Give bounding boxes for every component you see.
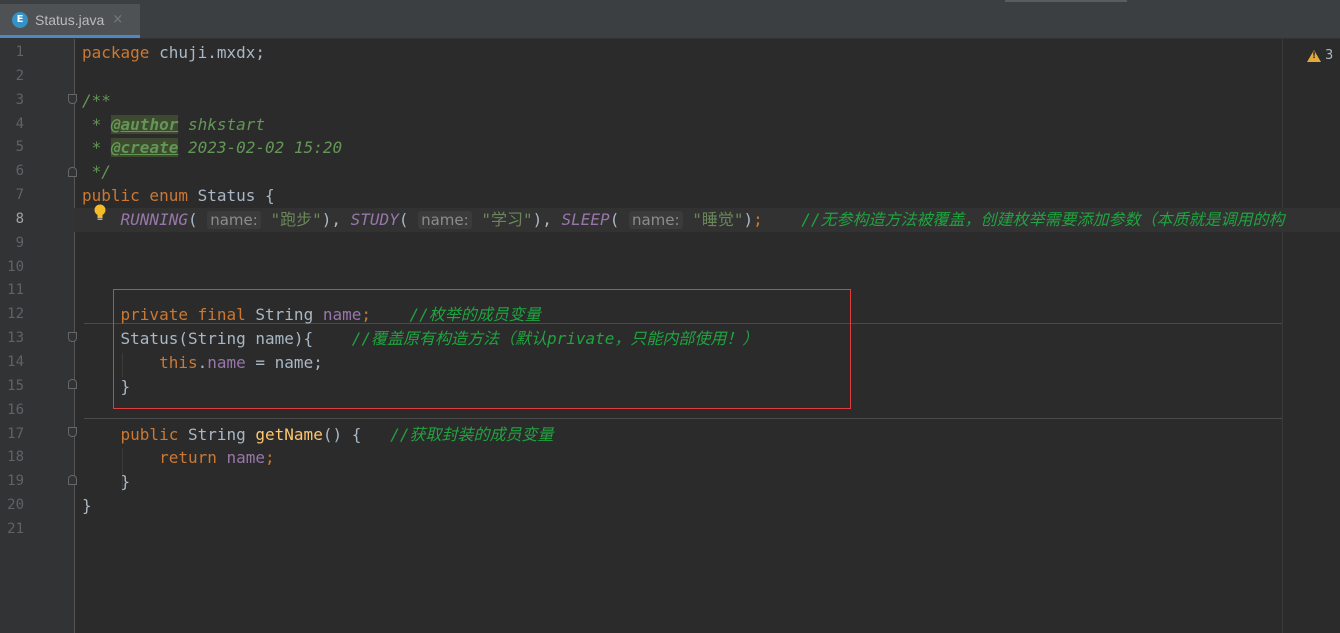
line-number: 13 — [7, 330, 24, 347]
keyword: public enum — [82, 186, 188, 206]
fold-marker-icon[interactable] — [68, 379, 77, 389]
line-number: 14 — [7, 353, 24, 370]
class-declaration: Status { — [187, 186, 275, 206]
code-line-17: public String getName() { //获取封装的成员变量 — [82, 423, 1340, 447]
field-name: name — [226, 448, 266, 468]
line-number: 2 — [15, 67, 24, 84]
line-number: 4 — [15, 115, 24, 132]
line-number: 21 — [7, 520, 24, 537]
enum-constant: STUDY — [350, 209, 399, 229]
tab-status-java[interactable]: E Status.java × — [0, 4, 140, 38]
line-number: 16 — [7, 401, 24, 418]
parameter-hint: name: — [418, 210, 472, 229]
lightbulb-icon[interactable] — [93, 204, 107, 222]
method-name: getName — [255, 424, 323, 444]
string-literal: "跑步" — [270, 209, 322, 229]
line-number: 6 — [15, 163, 24, 180]
semicolon: ; — [265, 448, 275, 468]
keyword: return — [159, 448, 217, 468]
doc-tag: @author — [110, 114, 179, 134]
fold-marker-icon[interactable] — [68, 94, 77, 104]
tab-label: Status.java — [35, 11, 105, 28]
fold-marker-icon[interactable] — [68, 332, 77, 342]
highlight-box — [113, 289, 851, 409]
line-number: 5 — [15, 139, 24, 156]
line-number: 19 — [7, 473, 24, 490]
line-number: 10 — [7, 258, 24, 275]
code-line-7: public enum Status { — [82, 184, 1340, 208]
code-line-4: * @author shkstart — [82, 113, 1340, 137]
line-comment: //获取封装的成员变量 — [390, 424, 554, 444]
scroll-indicator — [1005, 0, 1127, 2]
line-number: 11 — [7, 282, 24, 299]
code-line-20: } — [82, 494, 1340, 518]
parameter-hint: name: — [207, 210, 261, 229]
line-number: 9 — [15, 234, 24, 251]
doc-tag: @create — [110, 138, 179, 158]
fold-marker-icon[interactable] — [68, 475, 77, 485]
line-number: 7 — [15, 187, 24, 204]
fold-marker-icon[interactable] — [68, 167, 77, 177]
line-number-current: 8 — [15, 210, 24, 227]
warnings-indicator[interactable]: 3 — [1307, 48, 1333, 63]
warning-count: 3 — [1325, 48, 1334, 63]
line-number: 12 — [7, 306, 24, 323]
parameter-hint: name: — [628, 210, 683, 229]
string-literal: "学习" — [481, 209, 533, 229]
fold-marker-icon[interactable] — [68, 427, 77, 437]
code-line-5: * @create 2023-02-02 15:20 — [82, 136, 1340, 160]
code-line-8: RUNNING( name: "跑步"), STUDY( name: "学习")… — [74, 207, 1340, 232]
keyword: package — [82, 43, 150, 62]
close-icon[interactable]: × — [112, 12, 123, 27]
line-number: 18 — [7, 449, 24, 466]
doc-comment: * — [82, 114, 111, 134]
line-number: 1 — [15, 44, 24, 60]
doc-comment: shkstart — [178, 114, 266, 134]
line-numbers: 1 2 3 4 5 6 7 8 9 10 11 12 13 14 15 16 1… — [0, 41, 24, 542]
doc-comment: * — [82, 138, 111, 158]
type-name: String — [178, 424, 256, 444]
method-signature: () { — [322, 424, 362, 444]
line-number: 15 — [7, 377, 24, 394]
line-number: 3 — [15, 91, 24, 108]
code-line-6: */ — [82, 160, 1340, 184]
warning-icon — [1307, 49, 1321, 62]
enum-constant: SLEEP — [561, 209, 610, 229]
keyword: public — [120, 424, 179, 444]
closing-brace: } — [120, 472, 131, 492]
editor-tab-bar: E Status.java × — [0, 0, 1340, 39]
line-number: 17 — [7, 425, 24, 442]
gutter: 1 2 3 4 5 6 7 8 9 10 11 12 13 14 15 16 1… — [0, 39, 75, 633]
line-number: 20 — [7, 497, 24, 514]
code-editor[interactable]: 1 2 3 4 5 6 7 8 9 10 11 12 13 14 15 16 1… — [0, 39, 1340, 633]
closing-brace: } — [82, 496, 92, 516]
doc-comment: 2023-02-02 15:20 — [178, 138, 343, 158]
doc-comment: */ — [82, 162, 111, 182]
code-line-1: package chuji.mxdx; — [82, 41, 1340, 65]
code-line-18: return name; — [82, 446, 1340, 470]
enum-constant: RUNNING — [120, 209, 188, 229]
package-name: chuji.mxdx; — [149, 43, 266, 62]
code-line-19: } — [82, 470, 1340, 494]
doc-comment: /** — [82, 90, 111, 110]
enum-file-icon: E — [12, 11, 28, 28]
code-line-3: /** — [82, 89, 1340, 113]
string-literal: "睡觉" — [692, 209, 744, 229]
line-comment: //无参构造方法被覆盖，创建枚举需要添加参数（本质就是调用的构 — [801, 209, 1285, 229]
